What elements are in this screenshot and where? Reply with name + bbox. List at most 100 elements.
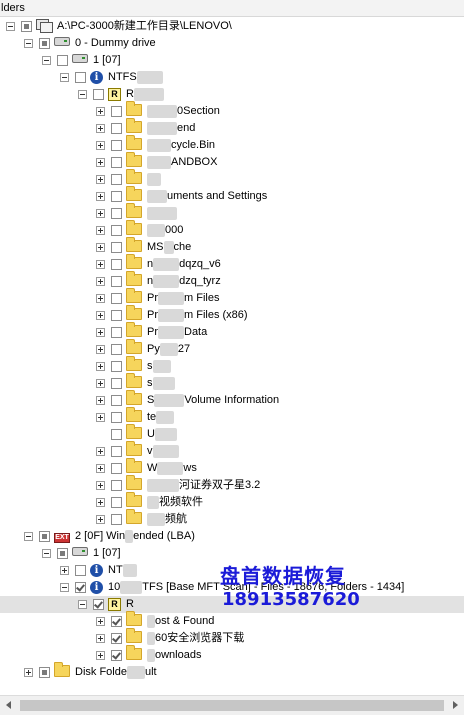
node-checkbox[interactable]	[111, 633, 122, 644]
expand-icon[interactable]	[96, 328, 105, 337]
node-checkbox[interactable]	[111, 650, 122, 661]
node-checkbox[interactable]	[111, 242, 122, 253]
expand-icon[interactable]	[96, 447, 105, 456]
tree-node[interactable]: 视频软件	[96, 492, 203, 511]
node-checkbox[interactable]	[111, 191, 122, 202]
expand-icon[interactable]	[96, 124, 105, 133]
expand-icon[interactable]	[96, 107, 105, 116]
expand-icon[interactable]	[96, 413, 105, 422]
tree-node[interactable]: 1 [07]	[42, 52, 121, 69]
tree-node[interactable]: cycle.Bin	[96, 135, 215, 154]
collapse-icon[interactable]	[42, 56, 51, 65]
tree-node[interactable]: MS che	[96, 237, 191, 256]
tree-node[interactable]: ost & Found	[96, 611, 214, 630]
node-checkbox[interactable]	[75, 72, 86, 83]
expand-icon[interactable]	[96, 396, 105, 405]
expand-icon[interactable]	[96, 175, 105, 184]
tree-node[interactable]: ANDBOX	[96, 152, 217, 171]
node-checkbox[interactable]	[111, 259, 122, 270]
collapse-icon[interactable]	[24, 532, 33, 541]
expand-icon[interactable]	[96, 634, 105, 643]
node-checkbox[interactable]	[111, 480, 122, 491]
expand-icon[interactable]	[96, 141, 105, 150]
tree-node[interactable]: Pr m Files (x86)	[96, 305, 248, 324]
node-checkbox[interactable]	[111, 276, 122, 287]
node-checkbox[interactable]	[111, 344, 122, 355]
node-checkbox[interactable]	[75, 582, 86, 593]
node-checkbox[interactable]	[21, 21, 32, 32]
node-checkbox[interactable]	[111, 497, 122, 508]
expand-icon[interactable]	[96, 260, 105, 269]
node-checkbox[interactable]	[111, 429, 122, 440]
collapse-icon[interactable]	[78, 90, 87, 99]
expand-icon[interactable]	[96, 345, 105, 354]
expand-icon[interactable]	[96, 498, 105, 507]
node-checkbox[interactable]	[111, 157, 122, 168]
expand-icon[interactable]	[96, 277, 105, 286]
expand-icon[interactable]	[96, 209, 105, 218]
node-checkbox[interactable]	[111, 361, 122, 372]
collapse-icon[interactable]	[24, 39, 33, 48]
node-checkbox[interactable]	[57, 55, 68, 66]
node-checkbox[interactable]	[111, 412, 122, 423]
node-checkbox[interactable]	[111, 140, 122, 151]
expand-icon[interactable]	[96, 158, 105, 167]
tree-node[interactable]: 频航	[96, 509, 187, 528]
tree-node[interactable]: Disk Folde ult	[24, 662, 157, 681]
node-checkbox[interactable]	[93, 89, 104, 100]
node-checkbox[interactable]	[111, 293, 122, 304]
node-checkbox[interactable]	[111, 463, 122, 474]
node-checkbox[interactable]	[111, 225, 122, 236]
node-checkbox[interactable]	[111, 446, 122, 457]
expand-icon[interactable]	[96, 464, 105, 473]
expand-icon[interactable]	[96, 651, 105, 660]
scroll-right-arrow-icon[interactable]	[453, 701, 458, 709]
expand-icon[interactable]	[96, 515, 105, 524]
tree-node[interactable]: n dzq_tyrz	[96, 271, 221, 290]
expand-icon[interactable]	[96, 617, 105, 626]
node-checkbox[interactable]	[111, 378, 122, 389]
node-checkbox[interactable]	[111, 106, 122, 117]
tree-node[interactable]: Py 27	[96, 339, 190, 358]
collapse-icon[interactable]	[60, 73, 69, 82]
node-checkbox[interactable]	[93, 599, 104, 610]
scrollbar-thumb[interactable]	[20, 700, 444, 711]
expand-icon[interactable]	[96, 226, 105, 235]
expand-icon[interactable]	[96, 192, 105, 201]
tree-node[interactable]: n dqzq_v6	[96, 254, 221, 273]
expand-icon[interactable]	[96, 362, 105, 371]
scroll-left-arrow-icon[interactable]	[6, 701, 11, 709]
collapse-icon[interactable]	[42, 549, 51, 558]
tree-node[interactable]: i NTFS	[60, 69, 163, 86]
node-checkbox[interactable]	[57, 548, 68, 559]
collapse-icon[interactable]	[6, 22, 15, 31]
tree-node[interactable]: 60安全浏览器下载	[96, 628, 244, 647]
tree-node[interactable]: 河证券双子星3.2	[96, 475, 260, 494]
tree-node[interactable]: 0Section	[96, 101, 220, 120]
tree-node[interactable]: Pr m Files	[96, 288, 219, 307]
horizontal-scrollbar[interactable]	[0, 695, 464, 715]
collapse-icon[interactable]	[78, 600, 87, 609]
tree-node[interactable]: 0 - Dummy drive	[24, 35, 156, 52]
tree-node[interactable]: end	[96, 118, 195, 137]
node-checkbox[interactable]	[75, 565, 86, 576]
tree-node[interactable]: A:\PC-3000新建工作目录\LENOVO\	[6, 18, 232, 35]
tree-node[interactable]: S Volume Information	[96, 390, 279, 409]
tree-node[interactable]: ownloads	[96, 645, 201, 664]
expand-icon[interactable]	[96, 243, 105, 252]
tree-node[interactable]: uments and Settings	[96, 186, 267, 205]
tree-node[interactable]: RR	[78, 86, 164, 103]
node-checkbox[interactable]	[111, 327, 122, 338]
node-checkbox[interactable]	[111, 514, 122, 525]
node-checkbox[interactable]	[111, 174, 122, 185]
node-checkbox[interactable]	[111, 395, 122, 406]
expand-icon[interactable]	[24, 668, 33, 677]
node-checkbox[interactable]	[111, 310, 122, 321]
tree-node[interactable]: 1 [07]	[42, 545, 121, 562]
tree-node[interactable]: EXT 2 [0F] Win ended (LBA)	[24, 528, 195, 545]
tree-node[interactable]: Wws	[96, 458, 197, 477]
node-checkbox[interactable]	[111, 208, 122, 219]
expand-icon[interactable]	[96, 379, 105, 388]
collapse-icon[interactable]	[60, 583, 69, 592]
expand-icon[interactable]	[96, 481, 105, 490]
